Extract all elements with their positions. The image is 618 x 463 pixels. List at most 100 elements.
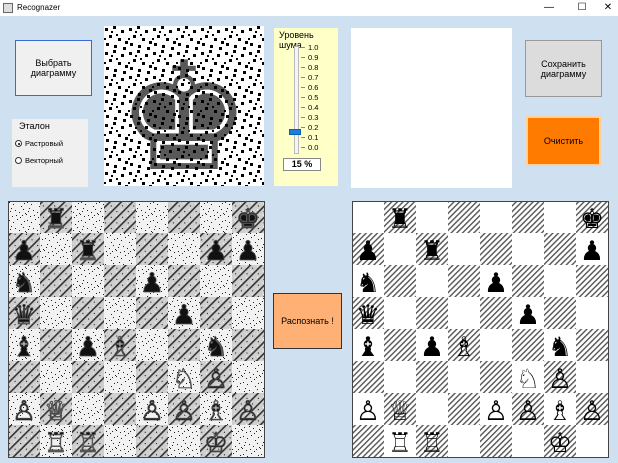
noise-tick-mark	[301, 97, 305, 98]
close-button[interactable]: ✕	[594, 0, 618, 16]
vector-radio[interactable]: Векторный	[15, 156, 63, 165]
save-diagram-button[interactable]: Сохранить диаграмму	[525, 40, 602, 97]
chess-piece-icon: ♟	[236, 236, 260, 267]
reference-group: Эталон Растровый Векторный	[12, 119, 88, 187]
chess-piece-icon: ♗	[452, 332, 476, 363]
vector-radio-indicator[interactable]	[15, 157, 22, 164]
chess-piece-icon: ♟	[580, 236, 604, 267]
chess-piece-icon: ♗	[548, 396, 572, 427]
noise-tick-mark	[301, 107, 305, 108]
chess-piece-icon: ♘	[172, 364, 196, 395]
chess-piece-icon: ♘	[516, 364, 540, 395]
noise-tick-label: 0.9	[308, 53, 319, 62]
noise-slider-thumb[interactable]	[289, 129, 301, 135]
board-square	[480, 233, 512, 265]
raster-radio-indicator[interactable]	[15, 140, 22, 147]
board-square	[72, 361, 104, 393]
chess-piece-icon: ♟	[356, 236, 380, 267]
board-square	[136, 425, 168, 457]
board-square	[576, 297, 608, 329]
chess-piece-icon: ♙	[516, 396, 540, 427]
board-square	[168, 329, 200, 361]
noisy-template-image: ♚	[104, 26, 264, 186]
vector-radio-label: Векторный	[25, 156, 63, 165]
noise-tick-mark	[301, 147, 305, 148]
board-square	[480, 297, 512, 329]
chess-piece-icon: ♟	[204, 236, 228, 267]
noise-tick-mark	[301, 67, 305, 68]
noise-tick-label: 0.5	[308, 93, 319, 102]
clear-button[interactable]: Очистить	[526, 116, 601, 166]
chess-piece-icon: ♗	[204, 396, 228, 427]
board-square	[200, 265, 232, 297]
board-square	[136, 201, 168, 233]
chess-piece-icon: ♖	[44, 428, 68, 458]
chess-piece-icon: ♕	[44, 396, 68, 427]
board-square	[136, 329, 168, 361]
noise-tick-label: 0.8	[308, 63, 319, 72]
board-square	[168, 233, 200, 265]
board-square	[480, 329, 512, 361]
noise-tick-label: 0.7	[308, 73, 319, 82]
board-square	[544, 233, 576, 265]
board-square	[576, 329, 608, 361]
chess-piece-icon: ♟	[516, 300, 540, 331]
board-square	[8, 361, 40, 393]
chess-piece-icon: ♟	[140, 268, 164, 299]
board-square	[232, 297, 264, 329]
board-square	[136, 361, 168, 393]
board-square	[168, 265, 200, 297]
noisy-chessboard: ♜ ♚♟ ♜ ♟ ♟♞ ♟♛ ♟♝ ♟ ♗ ♞♘ ♙♙ ♕ ♙ ♙ ♗ ♙♖ ♖ ♔	[8, 201, 265, 458]
chess-piece-icon: ♝	[12, 332, 36, 363]
chess-piece-icon: ♞	[356, 268, 380, 299]
board-square	[480, 201, 512, 233]
board-square	[416, 201, 448, 233]
chess-piece-icon: ♙	[580, 396, 604, 427]
title-bar: Recognazer — ☐ ✕	[0, 0, 618, 16]
board-square	[512, 233, 544, 265]
board-square	[576, 265, 608, 297]
board-square	[448, 201, 480, 233]
board-square	[72, 297, 104, 329]
main-client-area: Выбрать диаграмму Эталон Растровый Векто…	[0, 16, 618, 463]
noise-tick-mark	[301, 87, 305, 88]
board-square	[576, 425, 608, 457]
choose-diagram-button[interactable]: Выбрать диаграмму	[15, 40, 92, 96]
board-square	[384, 329, 416, 361]
board-square	[200, 201, 232, 233]
board-square	[384, 361, 416, 393]
board-square	[448, 265, 480, 297]
chess-piece-icon: ♔	[548, 428, 572, 458]
noise-panel: Уровень шума 1.0 0.9 0.8 0.7 0.6 0.5 0.4 0.3 0.2…	[274, 28, 338, 186]
chess-piece-icon: ♙	[484, 396, 508, 427]
noise-tick-mark	[301, 47, 305, 48]
chess-piece-icon: ♜	[420, 236, 444, 267]
chess-piece-icon: ♙	[172, 396, 196, 427]
minimize-button[interactable]: —	[535, 0, 563, 16]
board-square	[40, 329, 72, 361]
raster-radio[interactable]: Растровый	[15, 139, 63, 148]
chess-piece-icon: ♞	[204, 332, 228, 363]
noise-slider-track[interactable]	[294, 46, 299, 154]
recognize-button[interactable]: Распознать !	[273, 293, 342, 349]
chess-piece-icon: ♖	[420, 428, 444, 458]
board-square	[136, 297, 168, 329]
chess-piece-icon: ♟	[484, 268, 508, 299]
chess-piece-icon: ♙	[548, 364, 572, 395]
maximize-button[interactable]: ☐	[568, 0, 596, 16]
board-square	[104, 265, 136, 297]
raster-radio-label: Растровый	[25, 139, 64, 148]
board-square	[104, 425, 136, 457]
board-square	[416, 297, 448, 329]
chess-piece-icon: ♜	[44, 204, 68, 235]
board-square	[448, 361, 480, 393]
preview-panel	[351, 28, 512, 188]
board-square	[232, 361, 264, 393]
noise-percent-display: 15 %	[283, 158, 321, 171]
chess-piece-icon: ♙	[204, 364, 228, 395]
noise-tick-mark	[301, 57, 305, 58]
chess-piece-icon: ♞	[12, 268, 36, 299]
board-square	[448, 393, 480, 425]
chess-piece-icon: ♙	[236, 396, 260, 427]
chess-piece-icon: ♚	[236, 204, 260, 235]
